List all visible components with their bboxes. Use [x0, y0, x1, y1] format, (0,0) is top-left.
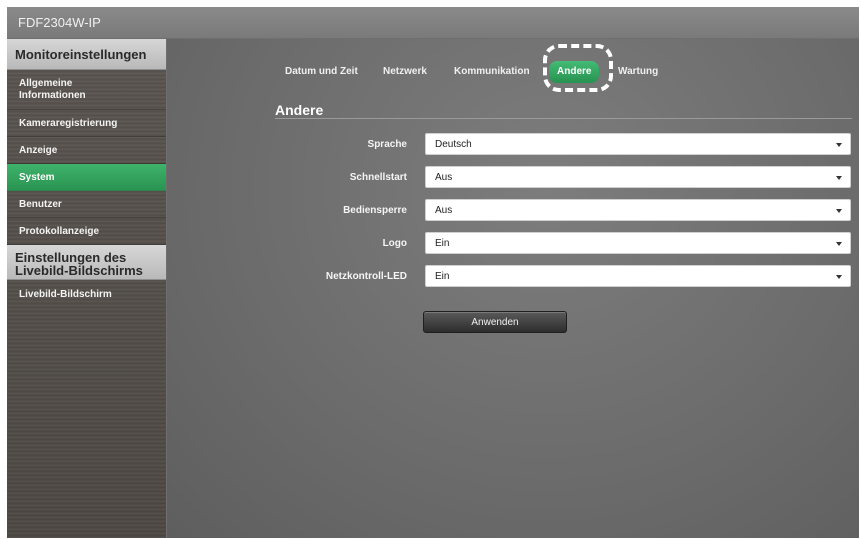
sidebar-item-users[interactable]: Benutzer [7, 191, 166, 218]
select-value: Ein [435, 237, 450, 249]
sidebar-item-label: Allgemeine Informationen [19, 77, 86, 101]
chevron-down-icon [836, 275, 842, 279]
sidebar: Monitoreinstellungen Allgemeine Informat… [7, 39, 166, 538]
sidebar-item-label: Benutzer [19, 198, 62, 210]
main-content: Datum und Zeit Netzwerk Kommunikation An… [167, 39, 859, 538]
sidebar-item-display[interactable]: Anzeige [7, 137, 166, 164]
quickstart-select[interactable]: Aus [425, 166, 851, 188]
sidebar-section-live-settings[interactable]: Einstellungen des Livebild-Bildschirms [7, 245, 166, 280]
tab-network[interactable]: Netzwerk [383, 61, 427, 83]
select-value: Aus [435, 171, 453, 183]
setting-label-quickstart: Schnellstart [349, 172, 407, 183]
logo-select[interactable]: Ein [425, 232, 851, 254]
sidebar-section-label: Monitoreinstellungen [15, 46, 147, 62]
sidebar-item-log[interactable]: Protokollanzeige [7, 218, 166, 245]
app-window: FDF2304W-IP Monitoreinstellungen Allgeme… [7, 7, 859, 538]
select-value: Deutsch [435, 138, 472, 150]
sidebar-item-label: Anzeige [19, 144, 58, 156]
tab-bar: Datum und Zeit Netzwerk Kommunikation An… [167, 61, 859, 83]
chevron-down-icon [836, 143, 842, 147]
setting-label-operation-lock: Bediensperre [343, 205, 407, 216]
chevron-down-icon [836, 209, 842, 213]
apply-button[interactable]: Anwenden [423, 311, 567, 333]
sidebar-item-live-screen[interactable]: Livebild-Bildschirm [7, 280, 166, 308]
app-title: FDF2304W-IP [18, 15, 101, 30]
sidebar-item-camera-registration[interactable]: Kameraregistrierung [7, 110, 166, 137]
section-title: Andere [275, 102, 324, 118]
chevron-down-icon [836, 242, 842, 246]
tab-maintenance[interactable]: Wartung [618, 61, 658, 83]
sidebar-item-system[interactable]: System [7, 164, 166, 191]
section-divider [275, 118, 852, 119]
sidebar-item-label: System [19, 171, 55, 183]
sidebar-item-label: Kameraregistrierung [19, 117, 118, 129]
app-title-bar: FDF2304W-IP [7, 7, 859, 38]
select-value: Aus [435, 204, 453, 216]
tab-highlight-ring [543, 44, 613, 92]
chevron-down-icon [836, 176, 842, 180]
setting-label-logo: Logo [382, 238, 407, 249]
sidebar-section-monitor-settings[interactable]: Monitoreinstellungen [7, 39, 166, 70]
setting-label-power-led: Netzkontroll-LED [325, 271, 407, 282]
sidebar-item-label: Protokollanzeige [19, 225, 100, 237]
tab-communication[interactable]: Kommunikation [454, 61, 530, 83]
sidebar-section-label: Einstellungen des Livebild-Bildschirms [15, 250, 143, 278]
operation-lock-select[interactable]: Aus [425, 199, 851, 221]
sidebar-item-general-info[interactable]: Allgemeine Informationen [7, 70, 166, 110]
sidebar-item-label: Livebild-Bildschirm [19, 288, 112, 300]
setting-label-language: Sprache [367, 139, 407, 150]
select-value: Ein [435, 270, 450, 282]
power-led-select[interactable]: Ein [425, 265, 851, 287]
language-select[interactable]: Deutsch [425, 133, 851, 155]
tab-date-time[interactable]: Datum und Zeit [285, 61, 358, 83]
